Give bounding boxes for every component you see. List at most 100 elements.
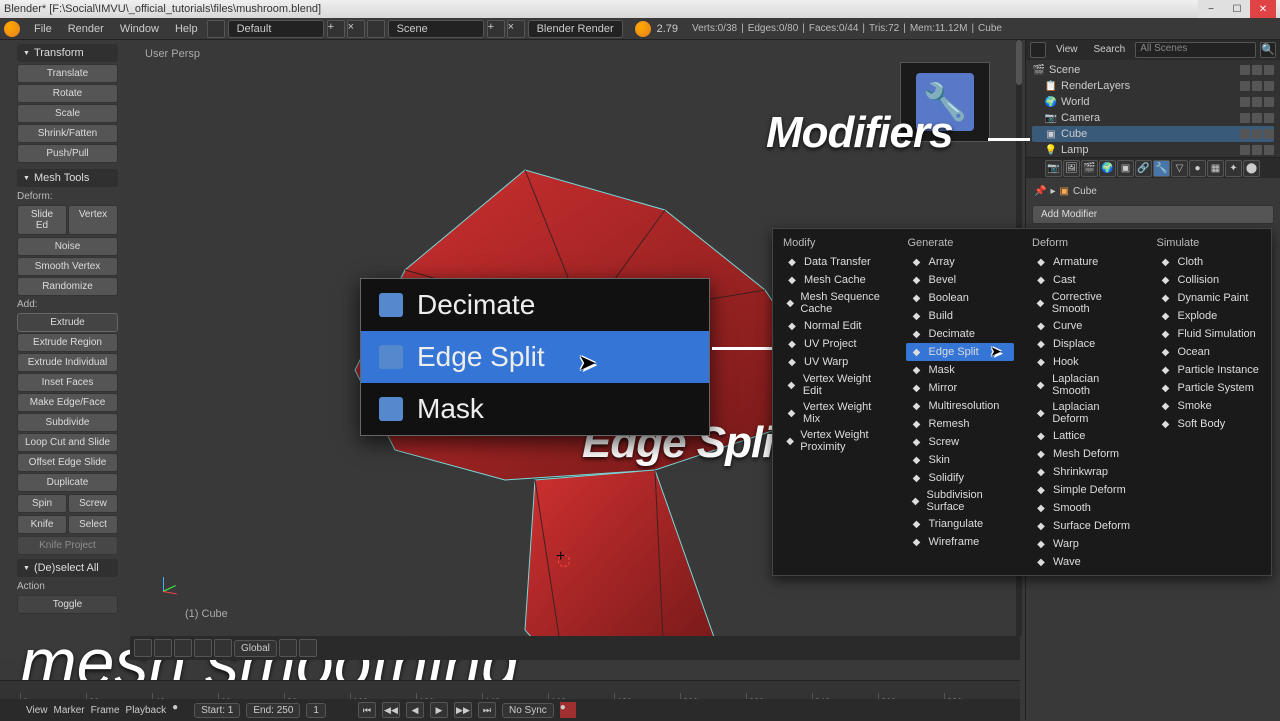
outliner-row[interactable]: 🌍World	[1032, 94, 1274, 110]
selectable-icon[interactable]	[1252, 81, 1262, 91]
outliner-editor-icon[interactable]	[1030, 42, 1046, 58]
duplicate-button[interactable]: Duplicate	[17, 473, 118, 492]
tab-constraints-icon[interactable]: 🔗	[1135, 160, 1152, 177]
modifier-item[interactable]: ◆Vertex Weight Edit	[781, 371, 890, 399]
tab-physics-icon[interactable]: ⬤	[1243, 160, 1260, 177]
push-pull-button[interactable]: Push/Pull	[17, 144, 118, 163]
transform-panel-header[interactable]: Transform	[17, 44, 118, 62]
render-icon[interactable]	[1264, 113, 1274, 123]
modifier-item[interactable]: ◆Vertex Weight Mix	[781, 399, 890, 427]
tab-particles-icon[interactable]: ✦	[1225, 160, 1242, 177]
modifier-item[interactable]: ◆Vertex Weight Proximity	[781, 427, 890, 455]
screw-button[interactable]: Screw	[68, 494, 118, 513]
outliner-filter-dropdown[interactable]: All Scenes	[1135, 42, 1256, 58]
menu-render[interactable]: Render	[60, 23, 112, 35]
modifier-item[interactable]: ◆Soft Body	[1155, 415, 1264, 433]
modifier-item[interactable]: ◆Array	[906, 253, 1015, 271]
modifier-item[interactable]: ◆Particle Instance	[1155, 361, 1264, 379]
selectable-icon[interactable]	[1252, 65, 1262, 75]
modifier-item[interactable]: ◆Laplacian Smooth	[1030, 371, 1139, 399]
inset-faces-button[interactable]: Inset Faces	[17, 373, 118, 392]
offset-edge-slide-button[interactable]: Offset Edge Slide	[17, 453, 118, 472]
current-frame-field[interactable]: 1	[306, 703, 326, 718]
tab-material-icon[interactable]: ●	[1189, 160, 1206, 177]
vp-mode-icon[interactable]	[154, 639, 172, 657]
outliner-row[interactable]: 📷Camera	[1032, 110, 1274, 126]
viewport-scrollbar[interactable]	[1016, 40, 1022, 85]
play-icon[interactable]: ▶	[430, 702, 448, 718]
modifier-item[interactable]: ◆Mesh Sequence Cache	[781, 289, 890, 317]
visibility-icon[interactable]	[1240, 81, 1250, 91]
extrude-region-button[interactable]: Extrude Region	[17, 333, 118, 352]
timeline-editor-icon[interactable]	[4, 702, 20, 718]
vp-snap-icon[interactable]	[279, 639, 297, 657]
make-edge-face-button[interactable]: Make Edge/Face	[17, 393, 118, 412]
render-icon[interactable]	[1264, 81, 1274, 91]
prev-keyframe-icon[interactable]: ◀◀	[382, 702, 400, 718]
modifier-item[interactable]: ◆UV Project	[781, 335, 890, 353]
jump-start-icon[interactable]: ⏮	[358, 702, 376, 718]
visibility-icon[interactable]	[1240, 97, 1250, 107]
outliner-search-icon[interactable]: 🔍	[1260, 42, 1276, 58]
modifier-item[interactable]: ◆UV Warp	[781, 353, 890, 371]
modifier-item[interactable]: ◆Surface Deform	[1030, 517, 1139, 535]
loop-cut-button[interactable]: Loop Cut and Slide	[17, 433, 118, 452]
jump-end-icon[interactable]: ⏭	[478, 702, 496, 718]
zoom-item[interactable]: Mask	[361, 383, 709, 435]
render-icon[interactable]	[1264, 129, 1274, 139]
vp-pivot-icon[interactable]	[194, 639, 212, 657]
mesh-tools-panel-header[interactable]: Mesh Tools	[17, 169, 118, 187]
tab-texture-icon[interactable]: ▦	[1207, 160, 1224, 177]
modifier-item[interactable]: ◆Screw	[906, 433, 1015, 451]
window-maximize-button[interactable]: ☐	[1224, 0, 1250, 18]
modifier-item[interactable]: ◆Smooth	[1030, 499, 1139, 517]
modifier-item[interactable]: ◆Decimate	[906, 325, 1015, 343]
modifier-item[interactable]: ◆Simple Deform	[1030, 481, 1139, 499]
render-engine-dropdown[interactable]: Blender Render	[528, 20, 623, 38]
modifier-item[interactable]: ◆Laplacian Deform	[1030, 399, 1139, 427]
modifier-item[interactable]: ◆Ocean	[1155, 343, 1264, 361]
timeline-playback-menu[interactable]: Playback	[126, 705, 167, 716]
timeline-view-menu[interactable]: View	[26, 705, 48, 716]
tab-data-icon[interactable]: ▽	[1171, 160, 1188, 177]
modifier-item[interactable]: ◆Solidify	[906, 469, 1015, 487]
next-keyframe-icon[interactable]: ▶▶	[454, 702, 472, 718]
modifier-item[interactable]: ◆Collision	[1155, 271, 1264, 289]
tab-render-icon[interactable]: 📷	[1045, 160, 1062, 177]
visibility-icon[interactable]	[1240, 113, 1250, 123]
deselect-panel-header[interactable]: (De)select All	[17, 559, 118, 577]
outliner-view-menu[interactable]: View	[1050, 43, 1084, 57]
modifier-item[interactable]: ◆Multiresolution	[906, 397, 1015, 415]
play-reverse-icon[interactable]: ◀	[406, 702, 424, 718]
selectable-icon[interactable]	[1252, 113, 1262, 123]
extrude-individual-button[interactable]: Extrude Individual	[17, 353, 118, 372]
outliner-row[interactable]: ▣Cube	[1032, 126, 1274, 142]
modifier-item[interactable]: ◆Data Transfer	[781, 253, 890, 271]
selectable-icon[interactable]	[1252, 145, 1262, 155]
orientation-dropdown[interactable]: Global	[234, 640, 277, 657]
timeline-marker-menu[interactable]: Marker	[54, 705, 85, 716]
modifier-item[interactable]: ◆Subdivision Surface	[906, 487, 1015, 515]
modifier-item[interactable]: ◆Bevel	[906, 271, 1015, 289]
modifier-item[interactable]: ◆Dynamic Paint	[1155, 289, 1264, 307]
smooth-vertex-button[interactable]: Smooth Vertex	[17, 257, 118, 276]
layout-remove-button[interactable]: ×	[347, 20, 365, 38]
extrude-dropdown[interactable]: Extrude	[17, 313, 118, 332]
outliner-search-menu[interactable]: Search	[1088, 43, 1132, 57]
end-frame-field[interactable]: End: 250	[246, 703, 300, 718]
subdivide-button[interactable]: Subdivide	[17, 413, 118, 432]
visibility-icon[interactable]	[1240, 65, 1250, 75]
toggle-dropdown[interactable]: Toggle	[17, 595, 118, 614]
tab-modifiers-icon[interactable]: 🔧	[1153, 160, 1170, 177]
vp-proportional-icon[interactable]	[299, 639, 317, 657]
scale-button[interactable]: Scale	[17, 104, 118, 123]
modifier-item[interactable]: ◆Boolean	[906, 289, 1015, 307]
translate-button[interactable]: Translate	[17, 64, 118, 83]
auto-keyframe-icon[interactable]: ●	[172, 702, 188, 718]
slide-vertex-button[interactable]: Vertex	[68, 205, 118, 235]
visibility-icon[interactable]	[1240, 129, 1250, 139]
modifier-item[interactable]: ◆Normal Edit	[781, 317, 890, 335]
outliner-row[interactable]: 🎬Scene	[1032, 62, 1274, 78]
menu-file[interactable]: File	[26, 23, 60, 35]
modifier-item[interactable]: ◆Remesh	[906, 415, 1015, 433]
